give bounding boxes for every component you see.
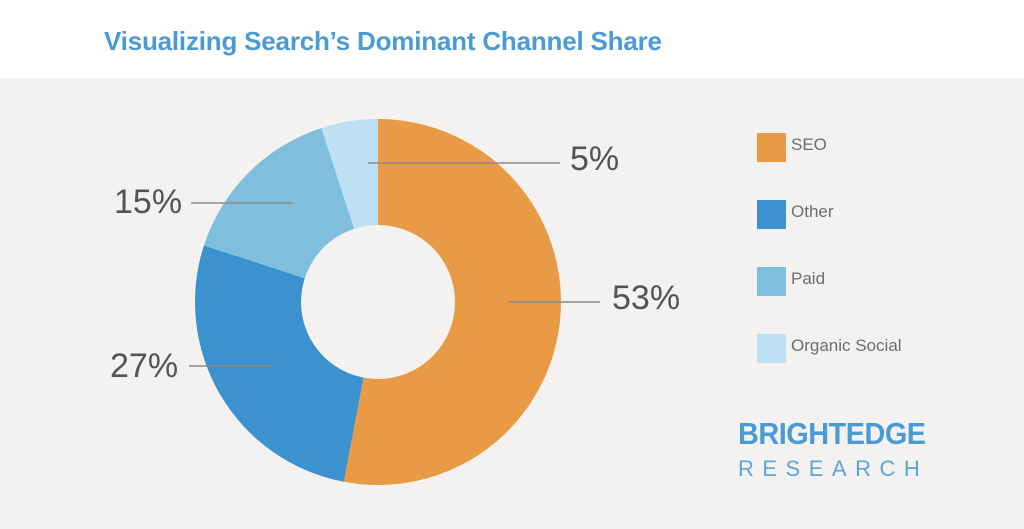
brand-name: BRIGHTEDGE <box>738 416 926 451</box>
legend-label-organic-social: Organic Social <box>791 336 902 355</box>
data-label-organic-social: 5% <box>570 140 620 178</box>
legend-label-paid: Paid <box>791 269 826 288</box>
data-label-other: 27% <box>110 347 179 385</box>
brand-subtitle: RESEARCH <box>738 456 929 481</box>
legend-label-seo: SEO <box>791 135 827 154</box>
donut-center-hole <box>301 225 455 379</box>
brand-logo: BRIGHTEDGE RESEARCH <box>738 418 940 480</box>
legend-item-organic-social[interactable]: Organic Social <box>757 334 1007 401</box>
legend-swatch-other <box>757 200 786 229</box>
legend-swatch-seo <box>757 133 786 162</box>
chart-legend: SEO Other Paid Organic Social <box>757 133 1007 401</box>
legend-item-other[interactable]: Other <box>757 200 1007 267</box>
legend-swatch-organic-social <box>757 334 786 363</box>
legend-swatch-paid <box>757 267 786 296</box>
chart-page: Visualizing Search’s Dominant Channel Sh… <box>0 0 1024 529</box>
legend-item-paid[interactable]: Paid <box>757 267 1007 334</box>
data-label-seo: 53% <box>612 279 681 317</box>
legend-item-seo[interactable]: SEO <box>757 133 1007 200</box>
data-label-paid: 15% <box>114 183 183 221</box>
legend-label-other: Other <box>791 202 834 221</box>
